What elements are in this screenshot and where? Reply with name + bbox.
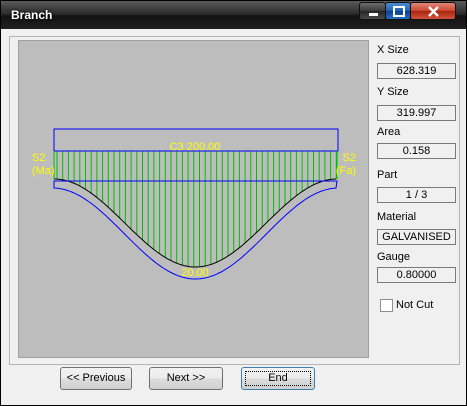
previous-button-label: << Previous <box>66 372 126 384</box>
not-cut-checkbox[interactable] <box>380 299 393 312</box>
x-size-label: X Size <box>377 44 409 56</box>
gauge-label: Gauge <box>377 251 411 263</box>
maximize-button[interactable] <box>385 2 411 20</box>
end-button[interactable]: End <box>241 367 315 390</box>
inner-profile-line <box>54 178 337 268</box>
gauge-field: 0.80000 <box>377 267 456 283</box>
title-bar[interactable]: Branch <box>1 1 466 29</box>
part-field: 1 / 3 <box>377 187 456 203</box>
right-seam-label: S2 <box>343 152 356 164</box>
left-seam-label: S2 <box>32 152 45 164</box>
material-label: Material <box>377 211 417 223</box>
top-dimension-label: C3 200.00 <box>170 141 221 153</box>
left-seam-type-label: (Ma) <box>32 165 55 177</box>
branch-window: Branch C3 200.00 20.00 S2 (Ma) S2 (Fa) X Size… <box>0 0 467 406</box>
material-field: GALVANISED <box>377 229 456 245</box>
focus-rectangle <box>245 371 311 386</box>
part-label: Part <box>377 169 398 181</box>
next-button-label: Next >> <box>166 372 206 384</box>
y-size-label: Y Size <box>377 86 409 98</box>
not-cut-label[interactable]: Not Cut <box>396 299 433 311</box>
minimize-icon <box>369 13 378 16</box>
window-title: Branch <box>11 8 53 22</box>
bottom-dimension-label: 20.00 <box>181 267 209 279</box>
area-field: 0.158 <box>377 143 456 159</box>
close-icon <box>428 6 439 17</box>
next-button[interactable]: Next >> <box>149 367 223 390</box>
minimize-button[interactable] <box>359 2 386 20</box>
previous-button[interactable]: << Previous <box>60 367 132 390</box>
x-size-field: 628.319 <box>377 63 456 79</box>
right-seam-type-label: (Fa) <box>336 165 356 177</box>
part-drawing: C3 200.0020.00S2(Ma)S2(Fa) <box>32 128 356 280</box>
part-drawing-canvas: C3 200.00 20.00 S2 (Ma) S2 (Fa) <box>18 40 369 358</box>
close-button[interactable] <box>410 2 456 20</box>
area-label: Area <box>377 126 401 138</box>
maximize-icon <box>393 6 405 17</box>
y-size-field: 319.997 <box>377 105 456 121</box>
